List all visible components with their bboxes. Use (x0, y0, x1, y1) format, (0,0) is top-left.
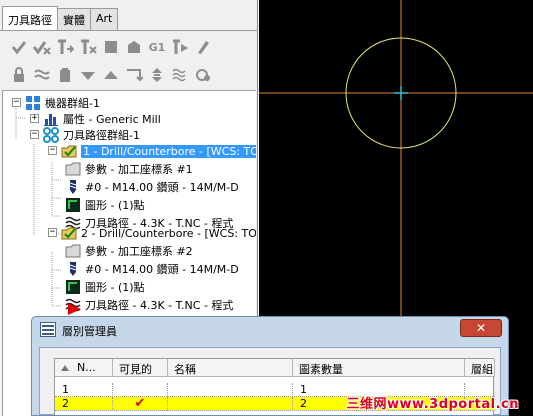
tree-node-op2-geometry[interactable]: 圖形 - (1)點 (65, 278, 145, 296)
column-header-number[interactable]: N... (55, 359, 113, 377)
scroll-icon[interactable] (148, 66, 166, 84)
insert-arrow-icon[interactable] (125, 66, 143, 84)
tab-art[interactable]: Art (90, 8, 119, 30)
tree-node-op1-geometry[interactable]: 圖形 - (1)點 (65, 196, 145, 214)
drill-tool-icon (65, 261, 81, 277)
collapse-toolpath-group-button[interactable]: − (30, 130, 39, 139)
collapse-machine-group-button[interactable]: − (12, 98, 21, 107)
tree-node-op1-parameters[interactable]: 參數 - 加工座標系 #1 (65, 160, 193, 178)
op2-tool-label: #0 - M14.00 鑽頭 - 14M/M-D (85, 263, 239, 276)
highspeed-icon[interactable] (171, 38, 189, 56)
toggle-post-icon[interactable] (56, 66, 74, 84)
column-header-count[interactable]: 圖素數量 (293, 359, 465, 377)
operation-2-label: 2 - Drill/Counterbore - [WCS: TOF (81, 226, 256, 240)
parameters-folder-icon (65, 161, 81, 177)
operation-1-label: 1 - Drill/Counterbore - [WCS: TOF (81, 144, 256, 158)
helpful-icon[interactable] (171, 66, 189, 84)
geometry-icon (65, 197, 81, 213)
regenerate-dirty-icon[interactable] (79, 38, 97, 56)
op1-geometry-label: 圖形 - (1)點 (85, 199, 145, 212)
tree-node-operation-2[interactable]: 2 - Drill/Counterbore - [WCS: TOF (61, 224, 256, 242)
lock-icon[interactable] (10, 66, 28, 84)
edit-tool-icon[interactable] (194, 38, 212, 56)
op1-tool-label: #0 - M14.00 鑽頭 - 14M/M-D (85, 181, 239, 194)
column-header-name[interactable]: 名稱 (168, 359, 293, 377)
close-button[interactable]: ✕ (460, 319, 502, 337)
expand-properties-button[interactable]: + (30, 114, 39, 123)
properties-label: 屬性 - Generic Mill (63, 113, 161, 126)
visible-check-icon[interactable]: ✔ (113, 397, 168, 411)
tree-node-op2-toolpath[interactable]: 刀具路徑 - 4.3K - T.NC - 程式 (65, 296, 233, 314)
select-all-ops-icon[interactable] (10, 38, 28, 56)
tree-node-op1-tool[interactable]: #0 - M14.00 鑽頭 - 14M/M-D (65, 178, 239, 196)
move-down-icon[interactable] (79, 66, 97, 84)
verify-icon[interactable] (125, 38, 143, 56)
toolbar-row-1: G1 (10, 36, 217, 58)
watermark: 三维网www.3dportal.cn (346, 397, 519, 412)
row-visible[interactable] (113, 383, 168, 397)
level-manager-icon (40, 322, 56, 337)
g1-post-icon[interactable]: G1 (148, 38, 166, 56)
column-number-label: N... (77, 361, 96, 374)
sort-arrow-icon (61, 365, 69, 371)
tree-node-op2-tool[interactable]: #0 - M14.00 鑽頭 - 14M/M-D (65, 260, 239, 278)
row-name[interactable] (168, 383, 293, 397)
toolbar-row-2 (10, 64, 217, 86)
machine-group-label: 機器群組-1 (45, 97, 100, 110)
collapse-operation-1-button[interactable]: − (48, 146, 57, 155)
column-header-level-set[interactable]: 層組 (465, 359, 495, 377)
row-number: 1 (55, 383, 113, 397)
op2-toolpath-label: 刀具路徑 - 4.3K - T.NC - 程式 (85, 299, 234, 312)
op2-geometry-label: 圖形 - (1)點 (85, 281, 145, 294)
select-dirty-ops-icon[interactable] (33, 38, 51, 56)
machine-group-icon (25, 95, 41, 111)
move-up-icon[interactable] (102, 66, 120, 84)
geometry-icon (65, 279, 81, 295)
parameters-folder-icon (65, 243, 81, 259)
column-header-visible[interactable]: 可見的 (113, 359, 168, 377)
op2-parameters-label: 參數 - 加工座標系 #2 (85, 245, 193, 258)
regenerate-selected-icon[interactable] (56, 38, 74, 56)
backplot-icon[interactable] (102, 38, 120, 56)
tree-node-op2-parameters[interactable]: 參數 - 加工座標系 #2 (65, 242, 193, 260)
toggle-display-icon[interactable] (33, 66, 51, 84)
properties-bar-icon (43, 111, 59, 127)
tab-bar: 刀具路徑 實體 Art (2, 6, 119, 30)
operation-folder-check-icon (61, 143, 77, 159)
tab-toolpaths[interactable]: 刀具路徑 (2, 6, 58, 30)
help-icon[interactable] (194, 66, 212, 84)
op1-parameters-label: 參數 - 加工座標系 #1 (85, 163, 193, 176)
toolpath-group-icon (43, 127, 59, 143)
toolpath-group-label: 刀具路徑群組-1 (63, 129, 140, 142)
collapse-operation-2-button[interactable]: − (48, 228, 57, 237)
tab-divider (0, 30, 258, 31)
tab-solids[interactable]: 實體 (57, 8, 91, 30)
row-name[interactable] (168, 397, 293, 411)
tree-node-operation-1[interactable]: 1 - Drill/Counterbore - [WCS: TOF (61, 142, 256, 160)
row-number: 2 (55, 397, 113, 411)
dialog-titlebar[interactable]: 層別管理員 ✕ (32, 317, 508, 343)
drill-tool-icon (65, 179, 81, 195)
dialog-title: 層別管理員 (62, 325, 117, 338)
operation-folder-check-icon (61, 225, 77, 241)
